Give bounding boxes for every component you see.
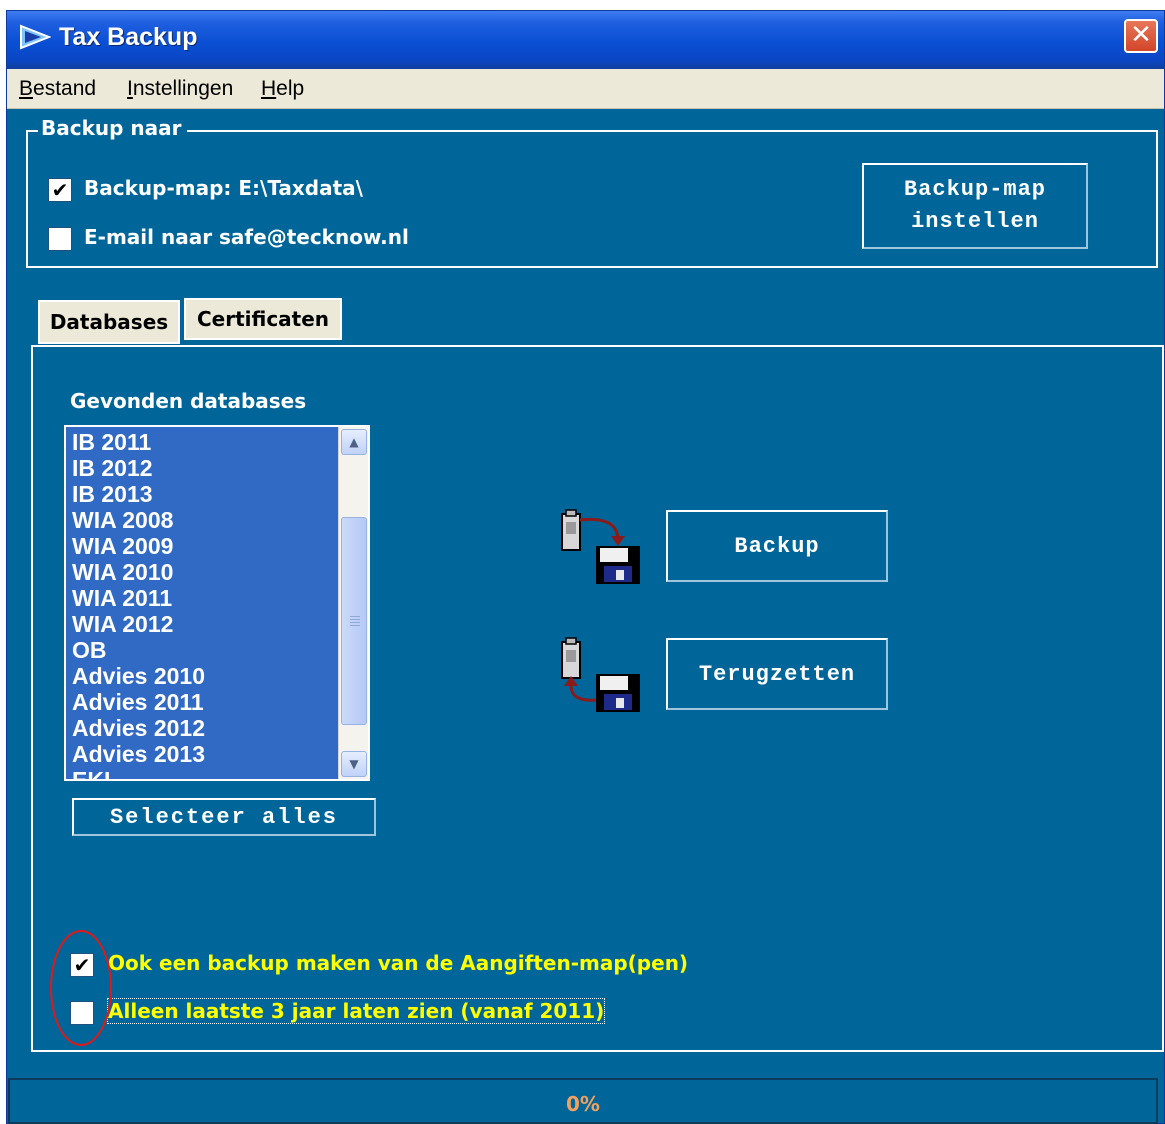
tab-certificaten[interactable]: Certificaten [184,298,342,340]
list-item[interactable]: EKI [72,767,205,779]
restore-button[interactable]: Terugzetten [666,638,888,710]
found-databases-heading: Gevonden databases [70,389,307,413]
list-item[interactable]: IB 2012 [72,455,205,481]
backup-map-checkbox[interactable]: ✔ [48,178,72,202]
chevron-up-icon: ▲ [349,435,359,449]
list-item[interactable]: Advies 2011 [72,689,205,715]
select-all-button[interactable]: Selecteer alles [72,798,376,836]
list-scrollbar[interactable]: ▲ ▼ [338,427,368,779]
chevron-down-icon: ▼ [349,757,359,771]
database-list: IB 2011 IB 2012 IB 2013 WIA 2008 WIA 2009 WIA… [72,429,205,779]
play-arrow-icon [20,24,51,50]
close-button[interactable]: ✕ [1124,19,1158,53]
list-item[interactable]: WIA 2009 [72,533,205,559]
menu-bestand[interactable]: Bestand [19,77,96,101]
list-item[interactable]: WIA 2012 [72,611,205,637]
menu-help[interactable]: Help [261,77,304,101]
tab-databases[interactable]: Databases [38,300,180,344]
list-item[interactable]: Advies 2010 [72,663,205,689]
backup-group-title: Backup naar [38,116,187,140]
progress-bar: 0% [8,1078,1158,1124]
restore-icon [561,637,640,712]
list-item[interactable]: WIA 2011 [72,585,205,611]
backup-map-label: Backup-map: E:\Taxdata\ [84,176,363,200]
aangiften-label: Ook een backup maken van de Aangiften-ma… [108,951,689,975]
progress-text: 0% [566,1092,600,1116]
list-item[interactable]: Advies 2013 [72,741,205,767]
scroll-thumb[interactable] [341,517,367,725]
list-item[interactable]: WIA 2010 [72,559,205,585]
list-item[interactable]: IB 2013 [72,481,205,507]
list-item[interactable]: OB [72,637,205,663]
menu-bar: Bestand Instellingen Help [7,69,1164,109]
checkmark-icon: ✔ [51,178,69,202]
menu-instellingen[interactable]: Instellingen [127,77,233,101]
last-three-years-label: Alleen laatste 3 jaar laten zien (vanaf … [106,998,606,1024]
databases-listbox[interactable]: IB 2011 IB 2012 IB 2013 WIA 2008 WIA 2009 WIA… [64,425,370,781]
close-icon: ✕ [1130,20,1152,50]
list-item[interactable]: IB 2011 [72,429,205,455]
annotation-ellipse [50,930,112,1046]
scroll-down-button[interactable]: ▼ [341,751,367,777]
list-item[interactable]: Advies 2012 [72,715,205,741]
backup-button[interactable]: Backup [666,510,888,582]
scroll-up-button[interactable]: ▲ [341,429,367,455]
list-item[interactable]: WIA 2008 [72,507,205,533]
backup-icon [561,509,640,584]
window-title: Tax Backup [59,23,198,51]
title-bar[interactable]: Tax Backup ✕ [7,11,1164,69]
set-backup-map-button[interactable]: Backup-map instellen [862,163,1088,249]
email-label: E-mail naar safe@tecknow.nl [84,225,409,249]
email-checkbox[interactable] [48,227,72,251]
